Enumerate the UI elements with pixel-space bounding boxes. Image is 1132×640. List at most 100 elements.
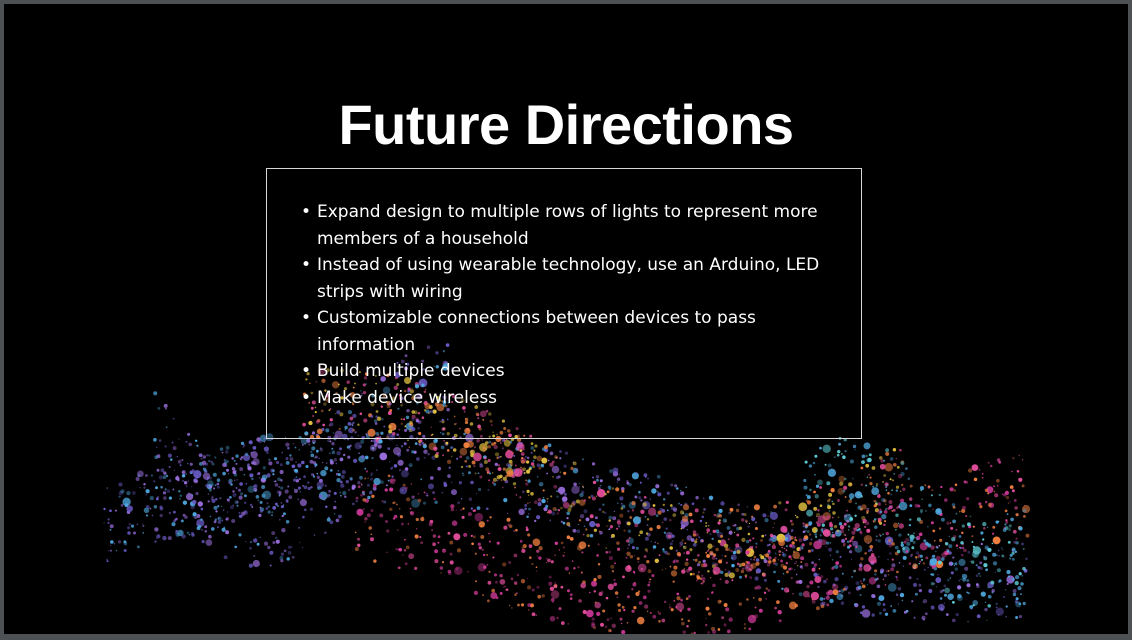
particle-dot (876, 535, 878, 538)
particle-dot (451, 489, 457, 496)
particle-dot (773, 522, 776, 524)
particle-dot (248, 563, 253, 568)
particle-dot (1012, 529, 1017, 534)
particle-dot (426, 494, 429, 497)
particle-dot (960, 553, 964, 557)
particle-dot (465, 456, 470, 460)
particle-dot (1018, 477, 1023, 482)
particle-dot (674, 484, 678, 488)
particle-dot (460, 508, 463, 511)
particle-dot (817, 515, 827, 524)
particle-dot (843, 533, 846, 536)
particle-dot (927, 566, 929, 569)
particle-dot (1021, 484, 1025, 488)
particle-dot (853, 603, 857, 606)
particle-dot (356, 508, 364, 516)
particle-dot (685, 558, 689, 561)
particle-dot (668, 606, 672, 609)
particle-dot (661, 509, 666, 513)
particle-dot (958, 558, 966, 567)
particle-dot (393, 446, 402, 456)
particle-dot (767, 549, 771, 553)
particle-dot (727, 538, 730, 541)
particle-dot (314, 465, 317, 468)
particle-dot (583, 509, 588, 514)
particle-dot (535, 614, 537, 616)
particle-dot (476, 506, 481, 510)
particle-dot (170, 458, 173, 461)
particle-dot (558, 607, 562, 611)
particle-dot (515, 528, 518, 532)
particle-dot (923, 539, 927, 543)
particle-dot (680, 598, 683, 602)
particle-dot (860, 557, 864, 561)
particle-dot (605, 547, 608, 549)
particle-dot (437, 535, 441, 539)
particle-dot (892, 508, 896, 512)
particle-dot (825, 595, 830, 600)
particle-dot (404, 538, 406, 541)
particle-dot (486, 563, 489, 566)
particle-dot (262, 490, 272, 500)
particle-dot (589, 514, 594, 519)
particle-dot (822, 444, 831, 454)
particle-dot (208, 534, 212, 539)
particle-dot (407, 439, 409, 441)
particle-dot (899, 448, 902, 452)
particle-dot (917, 554, 921, 557)
particle-dot (442, 548, 447, 553)
particle-dot (706, 531, 709, 534)
particle-dot (780, 525, 788, 533)
particle-dot (589, 533, 594, 538)
particle-dot (298, 449, 301, 451)
particle-dot (1007, 502, 1010, 505)
particle-dot (975, 574, 979, 578)
particle-dot (463, 532, 468, 537)
particle-dot (867, 522, 870, 525)
particle-dot (739, 575, 742, 579)
particle-dot (201, 529, 203, 531)
particle-dot (768, 538, 773, 542)
particle-dot (698, 536, 701, 539)
particle-dot (1014, 506, 1018, 510)
particle-dot (861, 460, 865, 464)
particle-dot (341, 458, 344, 460)
particle-dot (613, 578, 616, 581)
particle-dot (860, 483, 863, 486)
bullet-dot-icon: • (301, 387, 312, 408)
particle-dot (503, 525, 508, 530)
particle-dot (868, 453, 872, 457)
particle-dot (949, 487, 954, 492)
particle-dot (884, 584, 887, 586)
particle-dot (294, 468, 299, 473)
particle-dot (913, 616, 916, 619)
particle-dot (213, 505, 218, 510)
particle-dot (903, 610, 907, 614)
particle-dot (109, 509, 112, 513)
particle-dot (661, 618, 666, 623)
particle-dot (719, 578, 722, 581)
particle-dot (485, 467, 490, 472)
particle-dot (731, 579, 734, 582)
particle-dot (1022, 547, 1025, 550)
particle-dot (645, 536, 649, 541)
particle-dot (549, 519, 552, 522)
particle-dot (594, 601, 597, 604)
particle-dot (891, 558, 894, 561)
particle-dot (519, 496, 522, 499)
particle-dot (849, 550, 853, 554)
particle-dot (581, 571, 583, 573)
particle-dot (955, 512, 958, 515)
particle-dot (767, 588, 771, 592)
particle-dot (733, 524, 737, 527)
particle-dot (817, 479, 823, 486)
particle-dot (883, 510, 888, 514)
particle-dot (541, 464, 543, 467)
particle-dot (895, 513, 899, 517)
particle-dot (272, 469, 275, 472)
particle-dot (365, 470, 369, 473)
particle-dot (829, 542, 832, 544)
particle-dot (609, 469, 613, 473)
particle-dot (669, 565, 672, 568)
particle-dot (636, 616, 645, 625)
